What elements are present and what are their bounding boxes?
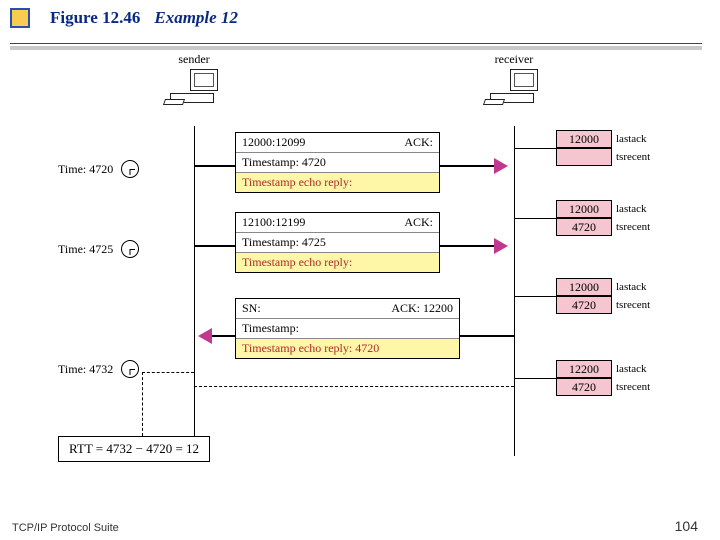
echo-reply-field: Timestamp echo reply: 4720 bbox=[236, 339, 459, 358]
arrow-right-icon bbox=[494, 238, 508, 254]
connector bbox=[514, 378, 556, 379]
receiver-endpoint: receiver bbox=[490, 52, 538, 103]
sender-lifeline bbox=[194, 126, 195, 456]
figure-caption: Example 12 bbox=[154, 8, 238, 28]
clock-icon bbox=[121, 240, 139, 258]
ack-field: ACK: bbox=[404, 135, 433, 150]
diagram-stage: sender receiver Time: 4720 Time: 4725 Ti… bbox=[0, 40, 720, 510]
state-box-2: 12000 lastack 4720 tsrecent bbox=[556, 200, 650, 236]
dashed-line bbox=[194, 386, 514, 387]
clock-icon bbox=[121, 160, 139, 178]
rtt-result: RTT = 4732 − 4720 = 12 bbox=[58, 436, 210, 462]
arrow-shaft bbox=[212, 335, 235, 337]
time-row-1: Time: 4720 bbox=[58, 160, 139, 178]
ack-field: ACK: bbox=[404, 215, 433, 230]
seq-range: 12000:12099 bbox=[242, 135, 305, 150]
timestamp-field: Timestamp: 4720 bbox=[236, 153, 439, 173]
dashed-line bbox=[514, 378, 515, 386]
lastack-label: lastack bbox=[616, 363, 647, 375]
arrow-shaft bbox=[440, 245, 494, 247]
time-label: Time: 4720 bbox=[58, 162, 113, 177]
lastack-cell: 12200 bbox=[556, 360, 612, 378]
time-label: Time: 4732 bbox=[58, 362, 113, 377]
receiver-label: receiver bbox=[490, 52, 538, 67]
footer-text: TCP/IP Protocol Suite bbox=[12, 522, 119, 534]
clock-icon bbox=[121, 360, 139, 378]
tsrecent-cell: 4720 bbox=[556, 296, 612, 314]
state-box-3: 12000 lastack 4720 tsrecent bbox=[556, 278, 650, 314]
lastack-cell: 12000 bbox=[556, 200, 612, 218]
time-label: Time: 4725 bbox=[58, 242, 113, 257]
tsrecent-cell: 4720 bbox=[556, 218, 612, 236]
tsrecent-cell: 4720 bbox=[556, 378, 612, 396]
header-rule-shadow bbox=[10, 46, 702, 50]
sender-label: sender bbox=[170, 52, 218, 67]
lastack-cell: 12000 bbox=[556, 278, 612, 296]
header-rule bbox=[10, 43, 702, 44]
lastack-cell: 12000 bbox=[556, 130, 612, 148]
tsrecent-label: tsrecent bbox=[616, 381, 650, 393]
timestamp-field: Timestamp: bbox=[236, 319, 459, 339]
receiver-lifeline bbox=[514, 126, 515, 456]
segment-box-2: 12100:12199 ACK: Timestamp: 4725 Timestam… bbox=[235, 212, 440, 273]
arrow-left-icon bbox=[198, 328, 212, 344]
tsrecent-label: tsrecent bbox=[616, 151, 650, 163]
arrow-shaft bbox=[440, 165, 494, 167]
seq-range: 12100:12199 bbox=[242, 215, 305, 230]
echo-reply-field: Timestamp echo reply: bbox=[236, 253, 439, 272]
dashed-line bbox=[142, 372, 143, 436]
state-box-1: 12000 lastack tsrecent bbox=[556, 130, 650, 166]
arrow-tail bbox=[460, 335, 514, 337]
rtt-text: RTT = 4732 − 4720 = 12 bbox=[69, 441, 199, 456]
computer-icon bbox=[170, 69, 218, 103]
connector bbox=[514, 218, 556, 219]
sn-field: SN: bbox=[242, 301, 261, 316]
connector bbox=[514, 148, 556, 149]
dashed-line bbox=[142, 372, 194, 373]
time-row-3: Time: 4732 bbox=[58, 360, 139, 378]
dashed-line bbox=[194, 372, 195, 386]
segment-box-3: SN: ACK: 12200 Timestamp: Timestamp echo … bbox=[235, 298, 460, 359]
header-bullet-icon bbox=[10, 8, 30, 28]
segment-box-1: 12000:12099 ACK: Timestamp: 4720 Timestam… bbox=[235, 132, 440, 193]
state-box-4: 12200 lastack 4720 tsrecent bbox=[556, 360, 650, 396]
timestamp-field: Timestamp: 4725 bbox=[236, 233, 439, 253]
computer-icon bbox=[490, 69, 538, 103]
figure-number: Figure 12.46 bbox=[50, 8, 140, 28]
tsrecent-label: tsrecent bbox=[616, 299, 650, 311]
lastack-label: lastack bbox=[616, 281, 647, 293]
lastack-label: lastack bbox=[616, 133, 647, 145]
tsrecent-cell bbox=[556, 148, 612, 166]
slide-header: Figure 12.46 Example 12 bbox=[0, 0, 720, 28]
time-row-2: Time: 4725 bbox=[58, 240, 139, 258]
page-number: 104 bbox=[675, 518, 698, 534]
ack-field: ACK: 12200 bbox=[391, 301, 453, 316]
echo-reply-field: Timestamp echo reply: bbox=[236, 173, 439, 192]
tsrecent-label: tsrecent bbox=[616, 221, 650, 233]
arrow-tail bbox=[194, 165, 235, 167]
arrow-right-icon bbox=[494, 158, 508, 174]
arrow-tail bbox=[194, 245, 235, 247]
sender-endpoint: sender bbox=[170, 52, 218, 103]
lastack-label: lastack bbox=[616, 203, 647, 215]
connector bbox=[514, 296, 556, 297]
